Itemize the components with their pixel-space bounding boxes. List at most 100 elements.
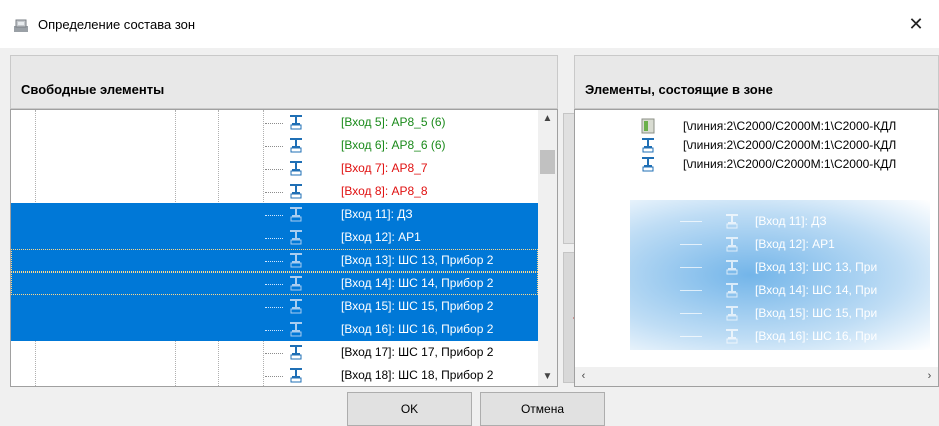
sensor-icon: [289, 252, 303, 268]
zone-elements-header: Элементы, состоящие в зоне: [574, 55, 939, 109]
tree-connector: [265, 376, 283, 377]
drag-preview-item: [Вход 14]: ШС 14, При: [630, 279, 930, 302]
zone-elements-list[interactable]: [\линия:2\С2000/С2000М:1\С2000-КДЛ [\лини…: [574, 109, 939, 387]
zone-list-item-label: [\линия:2\С2000/С2000М:1\С2000-КДЛ: [683, 138, 897, 152]
tree-connector: [265, 146, 283, 147]
sensor-icon: [289, 183, 303, 199]
close-icon: ✕: [908, 13, 924, 34]
sensor-icon: [725, 282, 739, 298]
tree-connector: [265, 215, 283, 216]
zone-list-item[interactable]: [\линия:2\С2000/С2000М:1\С2000-КДЛ: [575, 135, 938, 155]
tree-connector: [265, 261, 283, 262]
tree-connector: [265, 284, 283, 285]
sensor-icon: [289, 206, 303, 222]
zone-list-item[interactable]: [\линия:2\С2000/С2000М:1\С2000-КДЛ: [575, 116, 938, 136]
vertical-scrollbar[interactable]: ▲ ▼: [538, 110, 557, 386]
list-item-label: [Вход 13]: ШС 13, Прибор 2: [341, 253, 494, 267]
sensor-icon: [289, 137, 303, 153]
drag-preview-item: [Вход 16]: ШС 16, При: [630, 325, 930, 348]
list-item-label: [Вход 17]: ШС 17, Прибор 2: [341, 345, 494, 359]
drag-preview-item: [Вход 11]: ДЗ: [630, 210, 930, 233]
sensor-icon: [641, 137, 655, 153]
scroll-right-icon[interactable]: ›: [921, 367, 938, 386]
sensor-icon: [725, 259, 739, 275]
drag-preview-label: [Вход 14]: ШС 14, При: [755, 283, 878, 297]
list-item-label: [Вход 11]: ДЗ: [341, 207, 413, 221]
scroll-up-icon[interactable]: ▲: [538, 110, 557, 128]
scroll-thumb[interactable]: [540, 150, 555, 174]
device-icon: [641, 118, 655, 134]
horizontal-scrollbar[interactable]: ‹ ›: [575, 367, 938, 386]
sensor-icon: [725, 328, 739, 344]
drag-preview-item: [Вход 15]: ШС 15, При: [630, 302, 930, 325]
tree-connector: [680, 336, 702, 337]
free-elements-title: Свободные элементы: [21, 82, 165, 97]
list-item[interactable]: [Вход 5]: АР8_5 (6): [11, 111, 538, 134]
sensor-icon: [289, 229, 303, 245]
free-elements-list[interactable]: [Вход 5]: АР8_5 (6) [Вход 6]: АР8_6 (6) [В…: [10, 109, 558, 387]
sensor-icon: [289, 275, 303, 291]
sensor-icon: [289, 321, 303, 337]
sensor-icon: [725, 236, 739, 252]
tree-connector: [680, 267, 702, 268]
list-item[interactable]: [Вход 12]: АР1: [11, 226, 538, 249]
scroll-left-icon[interactable]: ‹: [575, 367, 592, 386]
list-item[interactable]: [Вход 11]: ДЗ: [11, 203, 538, 226]
list-item[interactable]: [Вход 7]: АР8_7: [11, 157, 538, 180]
free-elements-header: Свободные элементы: [10, 55, 558, 109]
zone-definition-icon: [14, 19, 28, 32]
list-item[interactable]: [Вход 15]: ШС 15, Прибор 2: [11, 295, 538, 318]
tree-connector: [265, 238, 283, 239]
list-item[interactable]: [Вход 14]: ШС 14, Прибор 2: [11, 272, 538, 295]
drag-preview-label: [Вход 16]: ШС 16, При: [755, 329, 878, 343]
title-bar: Определение состава зон ✕: [0, 0, 939, 48]
tree-connector: [265, 169, 283, 170]
zone-elements-title: Элементы, состоящие в зоне: [585, 82, 773, 97]
scroll-down-icon[interactable]: ▼: [538, 368, 557, 386]
list-item-label: [Вход 14]: ШС 14, Прибор 2: [341, 276, 494, 290]
sensor-icon: [289, 298, 303, 314]
list-item-label: [Вход 12]: АР1: [341, 230, 421, 244]
list-item-label: [Вход 16]: ШС 16, Прибор 2: [341, 322, 494, 336]
list-item[interactable]: [Вход 13]: ШС 13, Прибор 2: [11, 249, 538, 272]
list-item[interactable]: [Вход 8]: АР8_8: [11, 180, 538, 203]
close-button[interactable]: ✕: [893, 0, 939, 48]
window-title: Определение состава зон: [38, 17, 196, 32]
tree-connector: [265, 330, 283, 331]
sensor-icon: [289, 367, 303, 383]
list-item-label: [Вход 8]: АР8_8: [341, 184, 428, 198]
drag-preview-label: [Вход 13]: ШС 13, При: [755, 260, 878, 274]
list-item-label: [Вход 15]: ШС 15, Прибор 2: [341, 299, 494, 313]
drag-preview-item: [Вход 13]: ШС 13, При: [630, 256, 930, 279]
drag-preview: [Вход 11]: ДЗ [Вход 12]: АР1 [Вход 13]: ШС…: [630, 200, 930, 350]
tree-connector: [265, 353, 283, 354]
list-item[interactable]: [Вход 17]: ШС 17, Прибор 2: [11, 341, 538, 364]
tree-connector: [680, 290, 702, 291]
drag-preview-label: [Вход 12]: АР1: [755, 237, 835, 251]
list-item[interactable]: [Вход 6]: АР8_6 (6): [11, 134, 538, 157]
list-item[interactable]: [Вход 16]: ШС 16, Прибор 2: [11, 318, 538, 341]
drag-preview-item: [Вход 12]: АР1: [630, 233, 930, 256]
tree-connector: [680, 244, 702, 245]
list-item-label: [Вход 6]: АР8_6 (6): [341, 138, 446, 152]
tree-connector: [265, 123, 283, 124]
sensor-icon: [289, 114, 303, 130]
list-item-label: [Вход 18]: ШС 18, Прибор 2: [341, 368, 494, 382]
tree-connector: [265, 192, 283, 193]
sensor-icon: [289, 344, 303, 360]
list-item-label: [Вход 7]: АР8_7: [341, 161, 428, 175]
cancel-button[interactable]: Отмена: [480, 392, 605, 426]
list-item[interactable]: [Вход 18]: ШС 18, Прибор 2: [11, 364, 538, 386]
ok-button[interactable]: OK: [347, 392, 472, 426]
drag-preview-label: [Вход 11]: ДЗ: [755, 214, 827, 228]
sensor-icon: [641, 156, 655, 172]
drag-preview-label: [Вход 15]: ШС 15, При: [755, 306, 878, 320]
sensor-icon: [725, 213, 739, 229]
tree-connector: [680, 313, 702, 314]
tree-connector: [680, 221, 702, 222]
tree-connector: [265, 307, 283, 308]
sensor-icon: [725, 305, 739, 321]
zone-list-item[interactable]: [\линия:2\С2000/С2000М:1\С2000-КДЛ: [575, 154, 938, 174]
list-item-label: [Вход 5]: АР8_5 (6): [341, 115, 446, 129]
zone-list-item-label: [\линия:2\С2000/С2000М:1\С2000-КДЛ: [683, 119, 897, 133]
